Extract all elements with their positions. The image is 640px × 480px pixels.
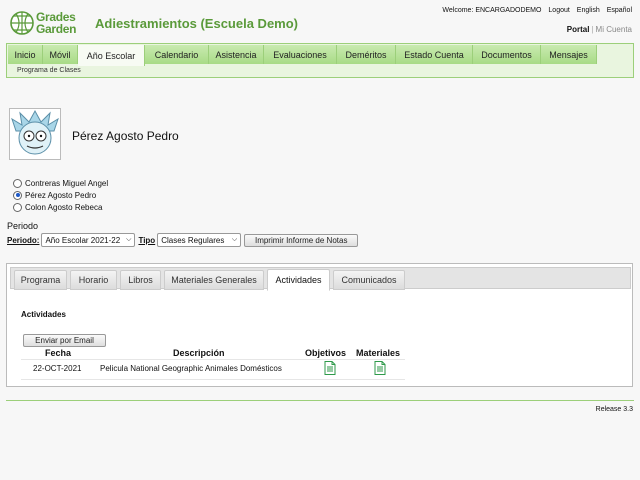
row-descripcion: Pelicula National Geographic Animales Do… bbox=[100, 364, 282, 373]
radio-button[interactable] bbox=[13, 178, 22, 188]
filter-row: Periodo: Año Escolar 2021-22 ⌵ Tipo Clas… bbox=[7, 233, 359, 247]
radio-button-selected[interactable] bbox=[13, 190, 22, 200]
materiales-document-icon[interactable] bbox=[374, 361, 386, 375]
tab-comunicados[interactable]: Comunicados bbox=[333, 270, 405, 290]
tab-libros[interactable]: Libros bbox=[120, 270, 161, 290]
column-header-materiales: Materiales bbox=[356, 348, 401, 358]
column-header-descripcion: Descripción bbox=[173, 348, 225, 358]
welcome-text: Welcome: ENCARGADODEMO bbox=[442, 7, 542, 14]
periodo-select-value: Año Escolar 2021-22 bbox=[45, 235, 121, 245]
table-divider bbox=[21, 379, 405, 380]
portal-separator: | bbox=[591, 25, 594, 34]
student-name: Pérez Agosto Pedro bbox=[72, 129, 179, 143]
periodo-section-label: Periodo bbox=[7, 221, 39, 231]
student-option[interactable]: Pérez Agosto Pedro bbox=[13, 189, 108, 201]
radio-button[interactable] bbox=[13, 202, 22, 212]
nav-tab-calendario[interactable]: Calendario bbox=[145, 45, 209, 64]
nav-tab-inicio[interactable]: Inicio bbox=[8, 45, 43, 64]
nav-tab-mensajes[interactable]: Mensajes bbox=[541, 45, 597, 64]
student-avatar bbox=[9, 108, 61, 160]
logout-link[interactable]: Logout bbox=[548, 7, 569, 14]
student-option-label: Pérez Agosto Pedro bbox=[25, 190, 97, 200]
student-selector: Contreras Miguel Angel Pérez Agosto Pedr… bbox=[13, 177, 108, 213]
tab-horario[interactable]: Horario bbox=[70, 270, 117, 290]
student-option[interactable]: Contreras Miguel Angel bbox=[13, 177, 108, 189]
nav-tab-evaluaciones[interactable]: Evaluaciones bbox=[264, 45, 337, 64]
activities-heading: Actividades bbox=[21, 310, 66, 319]
header: Grades Garden Adiestramientos (Escuela D… bbox=[0, 0, 640, 44]
mi-cuenta-link[interactable]: Mi Cuenta bbox=[596, 25, 632, 34]
espanol-link[interactable]: Español bbox=[607, 7, 632, 14]
tipo-select[interactable]: Clases Regulares ⌵ bbox=[157, 233, 242, 247]
portal-links: Portal | Mi Cuenta bbox=[567, 25, 632, 34]
main-navigation: Inicio Móvil Año Escolar Calendario Asis… bbox=[6, 43, 634, 78]
nav-tab-asistencia[interactable]: Asistencia bbox=[209, 45, 264, 64]
logo-text-garden: Garden bbox=[36, 22, 77, 36]
school-title: Adiestramientos (Escuela Demo) bbox=[95, 16, 299, 31]
column-header-objetivos: Objetivos bbox=[305, 348, 347, 358]
tab-materiales-generales[interactable]: Materiales Generales bbox=[164, 270, 264, 290]
student-option-label: Colon Agosto Rebeca bbox=[25, 202, 103, 212]
subnav-programa-de-clases[interactable]: Programa de Clases bbox=[17, 67, 81, 74]
release-version: Release 3.3 bbox=[595, 406, 633, 413]
nav-tab-demeritos[interactable]: Deméritos bbox=[337, 45, 396, 64]
tab-programa[interactable]: Programa bbox=[14, 270, 67, 290]
send-email-button[interactable]: Enviar por Email bbox=[23, 334, 106, 347]
top-links: Welcome: ENCARGADODEMO Logout English Es… bbox=[437, 7, 632, 14]
nav-tab-documentos[interactable]: Documentos bbox=[473, 45, 541, 64]
nav-tab-movil[interactable]: Móvil bbox=[43, 45, 78, 64]
activities-panel: Programa Horario Libros Materiales Gener… bbox=[6, 263, 633, 387]
objetivos-document-icon[interactable] bbox=[324, 361, 336, 375]
periodo-label: Periodo: bbox=[7, 235, 40, 245]
nav-tab-estado-cuenta[interactable]: Estado Cuenta bbox=[396, 45, 473, 64]
portal-link[interactable]: Portal bbox=[567, 25, 590, 34]
student-option[interactable]: Colon Agosto Rebeca bbox=[13, 201, 108, 213]
nav-tab-ano-escolar[interactable]: Año Escolar bbox=[78, 45, 145, 66]
periodo-select[interactable]: Año Escolar 2021-22 ⌵ bbox=[41, 233, 136, 247]
nav-tabs: Inicio Móvil Año Escolar Calendario Asis… bbox=[8, 45, 597, 66]
tipo-label: Tipo bbox=[138, 235, 156, 245]
footer-divider bbox=[6, 400, 634, 401]
chevron-down-icon: ⌵ bbox=[126, 236, 132, 243]
print-report-button[interactable]: Imprimir Informe de Notas bbox=[244, 233, 359, 247]
student-option-label: Contreras Miguel Angel bbox=[25, 178, 109, 188]
column-header-fecha: Fecha bbox=[45, 348, 72, 358]
grades-garden-logo[interactable]: Grades Garden bbox=[10, 10, 90, 36]
table-divider bbox=[21, 359, 405, 360]
row-fecha: 22-OCT-2021 bbox=[33, 364, 82, 373]
tab-actividades[interactable]: Actividades bbox=[267, 269, 330, 291]
avatar-face-icon bbox=[10, 109, 60, 159]
english-link[interactable]: English bbox=[577, 7, 600, 14]
tipo-select-value: Clases Regulares bbox=[161, 235, 225, 245]
globe-logo-icon bbox=[10, 11, 34, 35]
panel-tabs: Programa Horario Libros Materiales Gener… bbox=[10, 267, 631, 291]
chevron-down-icon: ⌵ bbox=[231, 236, 238, 243]
